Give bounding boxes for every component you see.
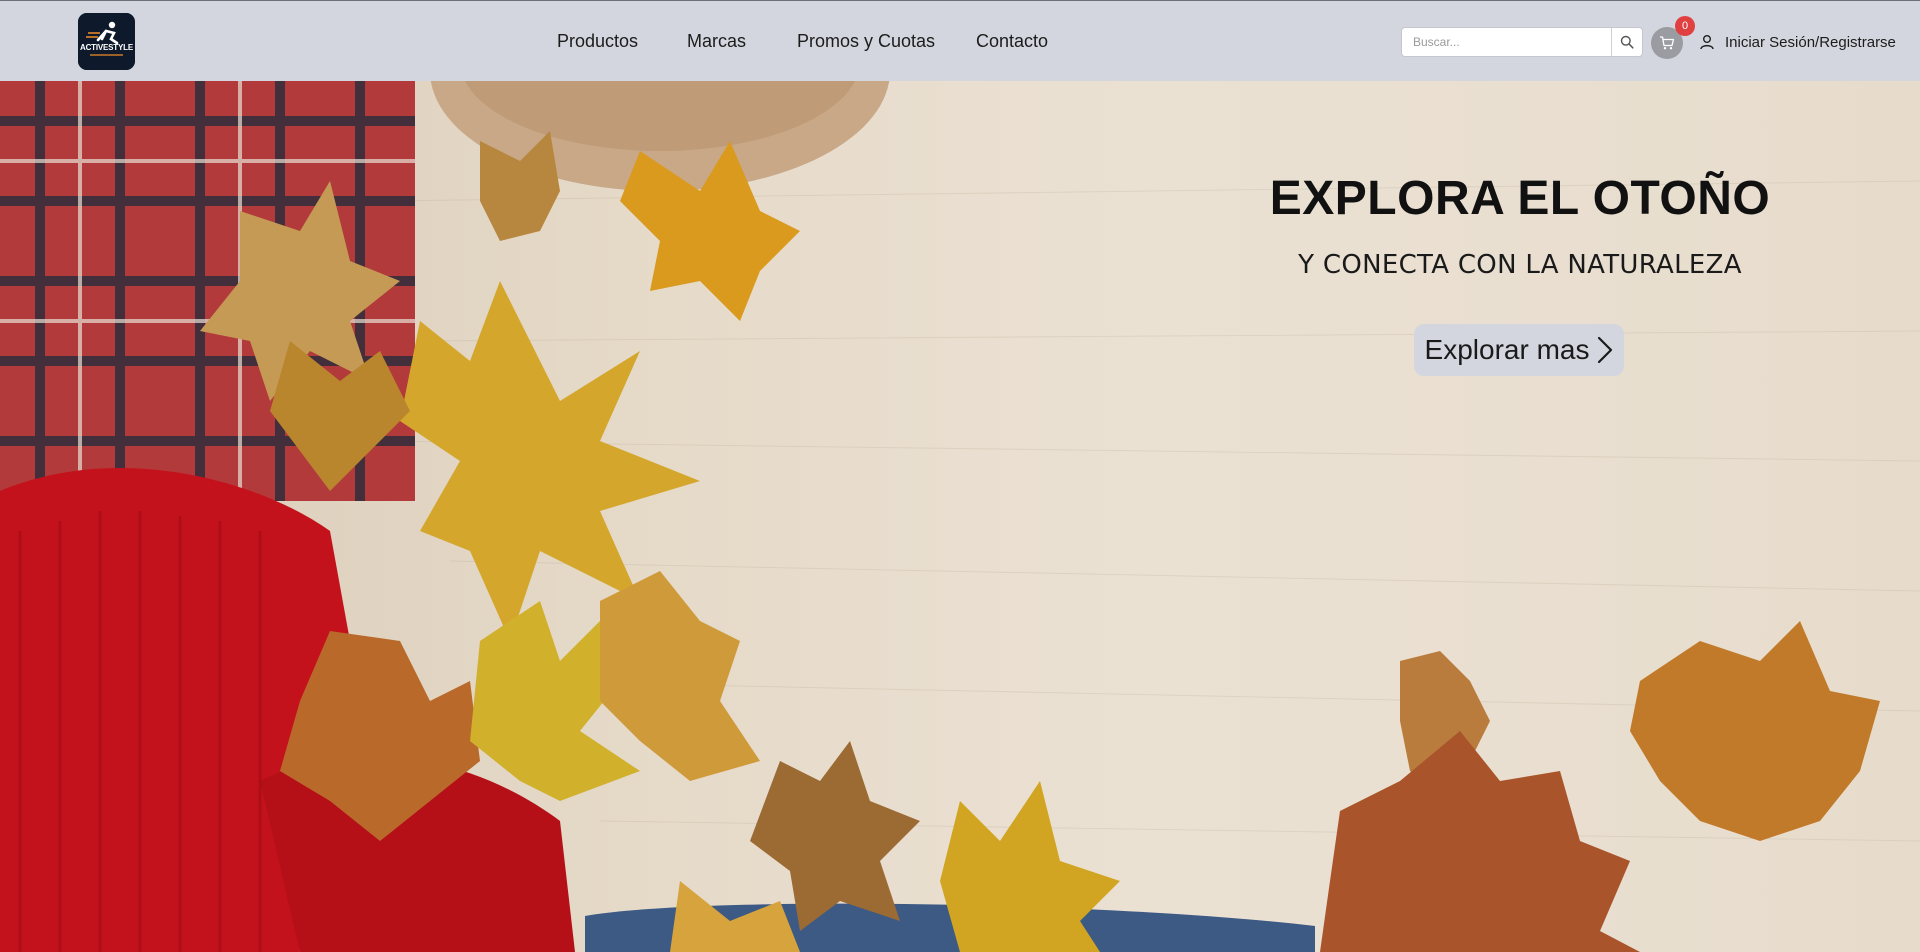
nav-item-contacto[interactable]: Contacto [976,31,1048,52]
chevron-right-icon [1598,336,1613,364]
search-box [1401,27,1643,57]
nav-item-productos[interactable]: Productos [557,31,638,52]
nav-item-promos-cuotas[interactable]: Promos y Cuotas [797,31,935,52]
hero-banner: EXPLORA EL OTOÑO Y CONECTA CON LA NATURA… [0,81,1920,952]
top-navbar: ACTIVESTYLE Productos Marcas Promos y Cu… [0,0,1920,81]
cart-count-badge: 0 [1675,16,1695,36]
search-button[interactable] [1611,28,1642,56]
login-register-link[interactable]: Iniciar Sesión/Registrarse [1699,31,1896,53]
explore-more-label: Explorar mas [1424,334,1590,365]
user-icon [1699,33,1717,51]
explore-more-button[interactable]: Explorar mas [1414,324,1624,376]
search-input[interactable] [1402,28,1612,56]
cart-icon [1660,36,1675,50]
hero-subtitle: Y CONECTA CON LA NATURALEZA [1298,250,1742,280]
hero-title: EXPLORA EL OTOÑO [1269,172,1771,225]
search-icon [1620,35,1634,49]
login-register-label: Iniciar Sesión/Registrarse [1725,33,1896,51]
nav-item-marcas[interactable]: Marcas [687,31,746,52]
